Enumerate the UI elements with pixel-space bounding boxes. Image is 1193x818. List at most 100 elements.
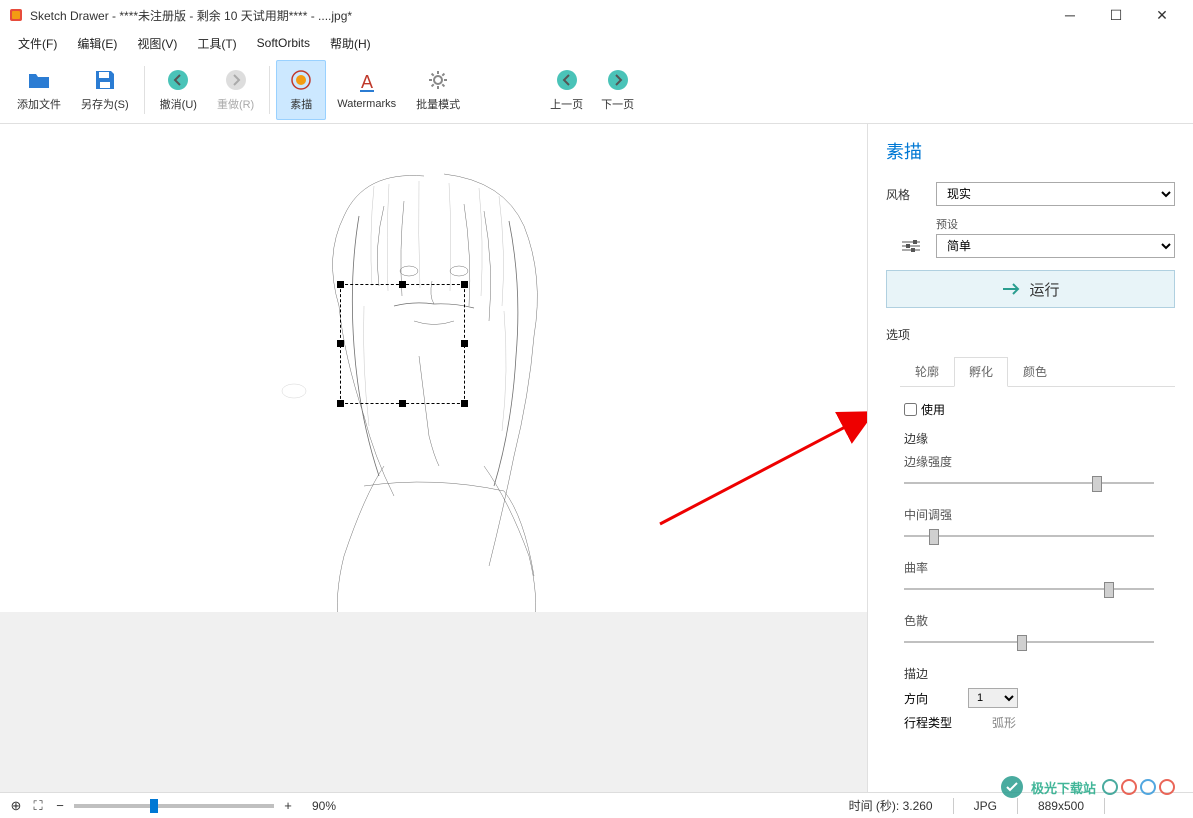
option-tabs: 轮廓 孵化 颜色 <box>900 357 1175 387</box>
settings-icon[interactable] <box>886 237 936 255</box>
resize-handle[interactable] <box>461 400 468 407</box>
tab-contour[interactable]: 轮廓 <box>900 357 954 386</box>
main-area: 素描 风格 现实 预设 简单 运行 选项 轮廓 孵化 颜色 使用 边缘 边缘强度… <box>0 124 1193 792</box>
next-label: 下一页 <box>601 96 634 112</box>
menu-tools[interactable]: 工具(T) <box>187 32 246 55</box>
edge-strength-label: 边缘强度 <box>904 453 1175 470</box>
next-icon <box>606 68 630 92</box>
menu-softorbits[interactable]: SoftOrbits <box>247 33 320 53</box>
menu-view[interactable]: 视图(V) <box>127 32 187 55</box>
social-icon <box>1121 779 1137 795</box>
run-label: 运行 <box>1029 279 1059 300</box>
undo-label: 撤消(U) <box>160 96 197 112</box>
redo-label: 重做(R) <box>217 96 254 112</box>
gear-icon <box>426 68 450 92</box>
undo-button[interactable]: 撤消(U) <box>151 60 206 120</box>
direction-label: 方向 <box>904 690 928 707</box>
sketch-button[interactable]: 素描 <box>276 60 326 120</box>
dimensions-value: 889x500 <box>1038 799 1084 813</box>
redo-button[interactable]: 重做(R) <box>208 60 263 120</box>
midtone-label: 中间调强 <box>904 506 1175 523</box>
zoom-reset-icon[interactable]: ⊕ <box>8 798 24 814</box>
add-file-button[interactable]: 添加文件 <box>8 60 70 120</box>
tab-hatch[interactable]: 孵化 <box>954 357 1008 387</box>
options-label: 选项 <box>886 326 1175 343</box>
social-icon <box>1159 779 1175 795</box>
minimize-button[interactable]: ─ <box>1047 0 1093 30</box>
zoom-in-icon[interactable]: + <box>280 798 296 814</box>
social-icon <box>1140 779 1156 795</box>
use-checkbox[interactable] <box>904 403 917 416</box>
add-file-label: 添加文件 <box>17 96 61 112</box>
arc-label: 弧形 <box>992 714 1016 731</box>
style-select[interactable]: 现实 <box>936 182 1175 206</box>
next-button[interactable]: 下一页 <box>592 60 643 120</box>
resize-handle[interactable] <box>461 281 468 288</box>
watermarks-button[interactable]: A Watermarks <box>328 60 405 120</box>
redo-icon <box>224 68 248 92</box>
save-icon <box>93 68 117 92</box>
format-value: JPG <box>974 799 997 813</box>
use-label: 使用 <box>921 401 945 418</box>
social-icon <box>1102 779 1118 795</box>
selection-rect[interactable] <box>340 284 465 404</box>
preset-select[interactable]: 简单 <box>936 234 1175 258</box>
prev-button[interactable]: 上一页 <box>541 60 592 120</box>
canvas-area[interactable] <box>0 124 868 792</box>
canvas-background-strip <box>0 612 867 792</box>
titlebar: Sketch Drawer - ****未注册版 - 剩余 10 天试用期***… <box>0 0 1193 30</box>
menu-file[interactable]: 文件(F) <box>8 32 67 55</box>
toolbar-separator <box>269 66 270 114</box>
tab-color[interactable]: 颜色 <box>1008 357 1062 386</box>
resize-handle[interactable] <box>337 281 344 288</box>
prev-label: 上一页 <box>550 96 583 112</box>
time-value: 3.260 <box>903 799 933 813</box>
style-label: 风格 <box>886 186 936 203</box>
batch-label: 批量模式 <box>416 96 460 112</box>
menu-help[interactable]: 帮助(H) <box>320 32 381 55</box>
watermarks-label: Watermarks <box>337 98 396 110</box>
sketch-label: 素描 <box>290 96 312 112</box>
prev-icon <box>555 68 579 92</box>
side-panel: 素描 风格 现实 预设 简单 运行 选项 轮廓 孵化 颜色 使用 边缘 边缘强度… <box>868 124 1193 792</box>
stroke-type-label: 行程类型 <box>904 714 952 731</box>
zoom-slider[interactable] <box>74 804 274 808</box>
midtone-slider[interactable] <box>904 527 1154 545</box>
resize-handle[interactable] <box>337 400 344 407</box>
save-as-button[interactable]: 另存为(S) <box>72 60 138 120</box>
app-icon <box>8 7 24 23</box>
sketch-icon <box>289 68 313 92</box>
run-button[interactable]: 运行 <box>886 270 1175 308</box>
resize-handle[interactable] <box>399 281 406 288</box>
resize-handle[interactable] <box>399 400 406 407</box>
toolbar-separator <box>144 66 145 114</box>
resize-handle[interactable] <box>461 340 468 347</box>
menu-edit[interactable]: 编辑(E) <box>67 32 127 55</box>
folder-icon <box>27 68 51 92</box>
preset-label: 预设 <box>936 216 1175 232</box>
curvature-slider[interactable] <box>904 580 1154 598</box>
dispersion-slider[interactable] <box>904 633 1154 651</box>
watermark-logo-icon <box>999 774 1025 800</box>
maximize-button[interactable]: ☐ <box>1093 0 1139 30</box>
dispersion-label: 色散 <box>904 612 1175 629</box>
edge-strength-slider[interactable] <box>904 474 1154 492</box>
undo-icon <box>166 68 190 92</box>
resize-handle[interactable] <box>337 340 344 347</box>
edges-label: 边缘 <box>904 430 1175 447</box>
stroke-label: 描边 <box>904 665 1175 682</box>
watermark: 极光下载站 <box>999 774 1175 800</box>
menubar: 文件(F) 编辑(E) 视图(V) 工具(T) SoftOrbits 帮助(H) <box>0 30 1193 56</box>
svg-text:A: A <box>361 72 373 92</box>
batch-button[interactable]: 批量模式 <box>407 60 469 120</box>
watermark-text: 极光下载站 <box>1031 778 1096 797</box>
zoom-out-icon[interactable]: − <box>52 798 68 814</box>
close-button[interactable]: ✕ <box>1139 0 1185 30</box>
time-label: 时间 (秒): <box>849 799 900 813</box>
save-as-label: 另存为(S) <box>81 96 129 112</box>
direction-select[interactable]: 1 <box>968 688 1018 708</box>
panel-title: 素描 <box>886 138 1175 164</box>
toolbar: 添加文件 另存为(S) 撤消(U) 重做(R) 素描 A Watermarks … <box>0 56 1193 124</box>
fit-icon[interactable]: ⛶ <box>30 798 46 814</box>
text-icon: A <box>355 70 379 94</box>
